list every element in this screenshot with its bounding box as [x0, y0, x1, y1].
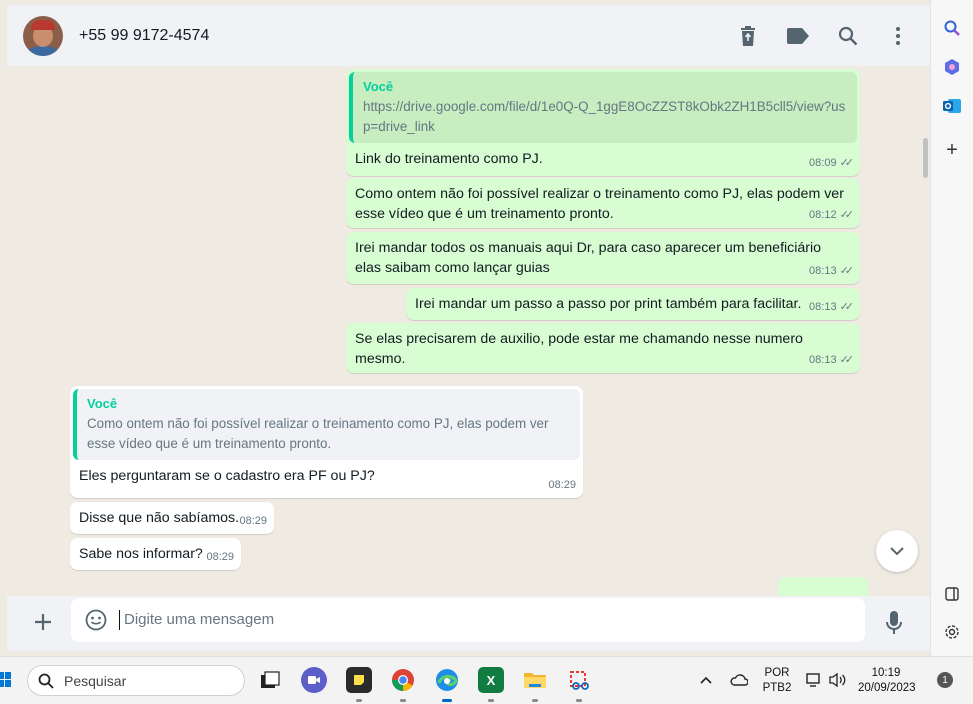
chevron-down-icon: [890, 547, 904, 556]
snipping-tool-icon[interactable]: [566, 667, 592, 702]
attach-button[interactable]: [31, 610, 55, 634]
message-time: 08:29: [206, 551, 234, 563]
label-icon[interactable]: [786, 24, 810, 48]
message-meta: 08:09 ✓✓: [809, 153, 855, 173]
input-language-indicator[interactable]: POR PTB2: [758, 666, 796, 696]
message-bubble-outgoing[interactable]: Irei mandar todos os manuais aqui Dr, pa…: [346, 232, 860, 284]
message-list[interactable]: Você https://drive.google.com/file/d/1e0…: [7, 66, 930, 596]
quote-text: Como ontem não foi possível realizar o t…: [87, 416, 549, 451]
voice-message-button[interactable]: [884, 610, 904, 636]
message-bubble-incoming[interactable]: Disse que não sabíamos. 08:29: [70, 502, 274, 534]
search-icon[interactable]: [836, 24, 860, 48]
notification-badge[interactable]: 1: [937, 672, 953, 688]
message-time: 08:29: [548, 479, 576, 491]
read-receipt-icon: ✓✓: [839, 301, 855, 313]
message-bubble-incoming[interactable]: Você Como ontem não foi possível realiza…: [70, 386, 583, 498]
file-explorer-icon[interactable]: [522, 667, 548, 702]
message-bubble-incoming[interactable]: Sabe nos informar? 08:29: [70, 538, 241, 570]
network-icon[interactable]: [803, 669, 825, 691]
sticky-notes-icon[interactable]: [346, 667, 372, 702]
delete-icon[interactable]: [736, 24, 760, 48]
message-text: Irei mandar um passo a passo por print t…: [415, 296, 802, 312]
message-meta: 08:29: [239, 511, 267, 531]
add-icon[interactable]: +: [942, 139, 962, 161]
message-meta: 08:13 ✓✓: [809, 261, 855, 281]
message-bubble-outgoing-partial: [778, 577, 868, 596]
more-menu-icon[interactable]: [886, 24, 910, 48]
scroll-to-bottom-button[interactable]: [876, 530, 918, 572]
read-receipt-icon: ✓✓: [839, 209, 855, 221]
message-text: Eles perguntaram se o cadastro era PF ou…: [79, 468, 375, 484]
emoji-icon: [85, 609, 107, 631]
message-time: 08:29: [239, 515, 267, 527]
message-input-box[interactable]: Digite uma mensagem: [71, 598, 865, 642]
chat-header: +55 99 9172-4574: [7, 5, 930, 66]
message-time: 08:13: [809, 301, 837, 313]
quote-author: Você: [87, 396, 118, 411]
chrome-icon[interactable]: [390, 667, 416, 702]
read-receipt-icon: ✓✓: [839, 157, 855, 169]
language-line-1: POR: [764, 667, 790, 679]
quoted-message[interactable]: Você Como ontem não foi possível realiza…: [73, 389, 580, 460]
quote-text: https://drive.google.com/file/d/1e0Q-Q_1…: [363, 99, 846, 134]
header-actions: [736, 5, 910, 66]
message-time: 08:12: [809, 209, 837, 221]
message-text: Link do treinamento como PJ.: [355, 151, 543, 167]
message-bubble-outgoing[interactable]: Irei mandar um passo a passo por print t…: [406, 288, 860, 320]
scrollbar-thumb[interactable]: [923, 138, 928, 178]
search-icon: [38, 673, 54, 689]
plus-icon: [35, 614, 51, 630]
message-meta: 08:13 ✓✓: [809, 350, 855, 370]
quoted-message[interactable]: Você https://drive.google.com/file/d/1e0…: [349, 72, 857, 143]
language-line-2: PTB2: [762, 682, 792, 694]
sidebar-toggle-icon[interactable]: [942, 584, 962, 604]
taskbar-search[interactable]: Pesquisar: [27, 665, 245, 696]
browser-sidebar: +: [930, 0, 973, 656]
contact-name[interactable]: +55 99 9172-4574: [79, 27, 209, 45]
settings-gear-icon[interactable]: [942, 622, 962, 642]
message-time: 08:13: [809, 265, 837, 277]
avatar[interactable]: [23, 15, 63, 56]
message-text: Como ontem não foi possível realizar o t…: [355, 186, 844, 222]
microphone-icon: [886, 611, 902, 634]
message-time: 08:13: [809, 354, 837, 366]
search-icon[interactable]: [942, 18, 962, 38]
message-meta: 08:12 ✓✓: [809, 205, 855, 225]
quote-author: Você: [363, 79, 394, 94]
message-text: Irei mandar todos os manuais aqui Dr, pa…: [355, 240, 822, 276]
clock-time: 10:19: [871, 667, 901, 679]
clock[interactable]: 10:19 20/09/2023: [858, 666, 916, 696]
outlook-icon[interactable]: [942, 96, 962, 116]
clock-date: 20/09/2023: [858, 682, 916, 694]
taskbar-search-label: Pesquisar: [64, 672, 127, 689]
message-time: 08:09: [809, 157, 837, 169]
whatsapp-window: +55 99 9172-4574 Você https://drive.goog…: [7, 5, 930, 651]
message-meta: 08:13 ✓✓: [809, 297, 855, 317]
excel-icon[interactable]: X: [478, 667, 504, 702]
read-receipt-icon: ✓✓: [839, 265, 855, 277]
task-view-icon[interactable]: [257, 667, 283, 693]
message-meta: 08:29: [548, 475, 576, 495]
read-receipt-icon: ✓✓: [839, 354, 855, 366]
windows-start-icon[interactable]: [0, 672, 12, 688]
emoji-button[interactable]: [85, 609, 107, 631]
teams-icon[interactable]: [301, 667, 327, 693]
volume-icon[interactable]: [826, 669, 848, 691]
message-bubble-outgoing[interactable]: Se elas precisarem de auxilio, pode esta…: [346, 323, 860, 373]
show-hidden-icons-chevron-icon[interactable]: [695, 669, 717, 691]
message-bubble-outgoing[interactable]: Como ontem não foi possível realizar o t…: [346, 178, 860, 228]
onedrive-cloud-icon[interactable]: [727, 669, 751, 691]
windows-taskbar: Pesquisar X POR PTB2 10:19 20/09/2023 1: [0, 656, 973, 704]
message-bubble-outgoing[interactable]: Você https://drive.google.com/file/d/1e0…: [346, 69, 860, 176]
composer: Digite uma mensagem: [7, 596, 930, 651]
message-text: Se elas precisarem de auxilio, pode esta…: [355, 331, 803, 367]
message-meta: 08:29: [206, 547, 234, 567]
copilot-icon[interactable]: [942, 57, 962, 77]
message-input[interactable]: Digite uma mensagem: [119, 610, 274, 630]
edge-browser-icon[interactable]: [434, 667, 460, 702]
